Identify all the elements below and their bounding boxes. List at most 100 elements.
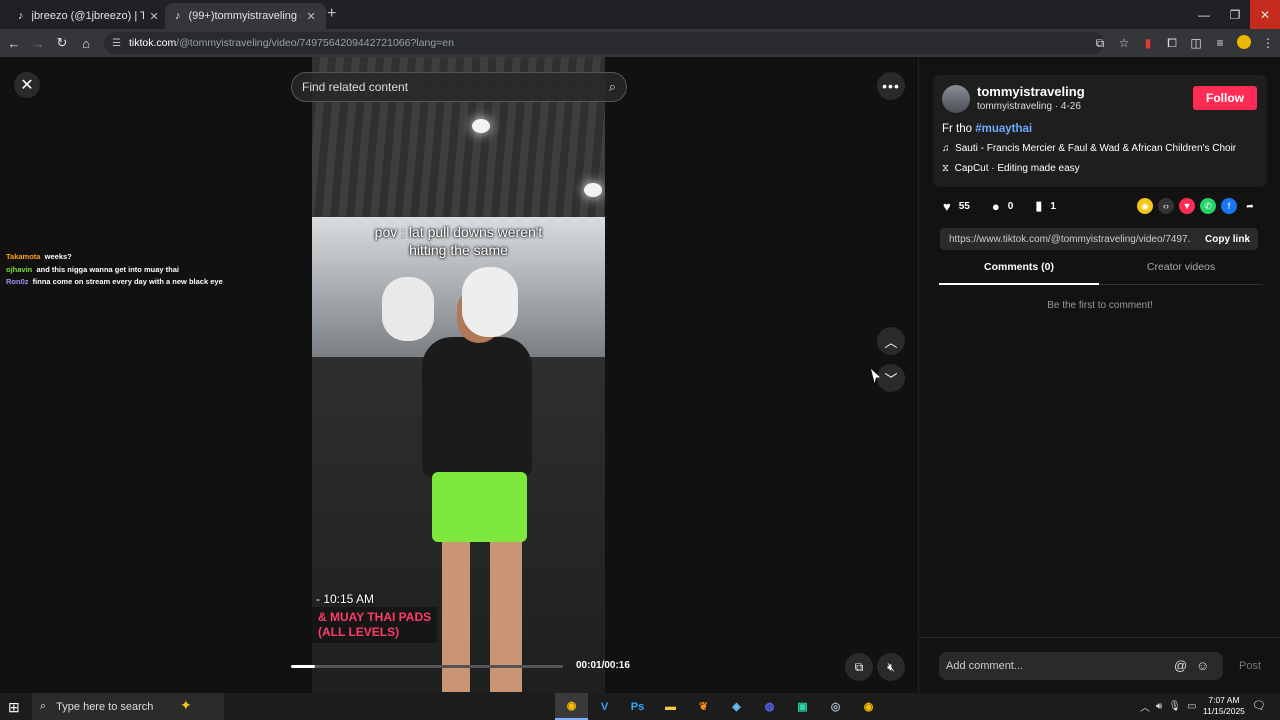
follow-button[interactable]: Follow xyxy=(1193,86,1257,110)
window-close-button[interactable]: ✕ xyxy=(1250,0,1280,29)
video-description: Fr tho #muaythai xyxy=(942,123,1032,135)
tab-comments[interactable]: Comments (0) xyxy=(939,261,1099,285)
author-card: tommyistraveling tommyistraveling · 4-26… xyxy=(933,75,1267,187)
restore-button[interactable]: ❐ xyxy=(1219,0,1251,29)
chat-user: ojhavin xyxy=(6,264,33,274)
bookmark-star-icon[interactable]: ☆ xyxy=(1112,36,1136,50)
minimize-button[interactable]: — xyxy=(1188,0,1220,29)
tab-creator-videos[interactable]: Creator videos xyxy=(1099,261,1263,285)
share-arrow-icon[interactable]: ➦ xyxy=(1242,198,1258,214)
embed-icon[interactable]: ‹› xyxy=(1158,198,1174,214)
clock-date: 11/15/2025 xyxy=(1203,706,1245,716)
vscode-icon[interactable]: V xyxy=(588,693,621,720)
empty-comments-message: Be the first to comment! xyxy=(1047,300,1153,311)
next-video-button[interactable]: ﹀ xyxy=(877,364,905,392)
video-progress-bar[interactable] xyxy=(291,665,563,668)
post-button[interactable]: Post xyxy=(1239,660,1261,672)
extensions-puzzle-icon[interactable]: ⧠ xyxy=(1160,36,1184,51)
side-panel-icon[interactable]: ◫ xyxy=(1184,36,1208,50)
comment-input[interactable]: Add comment... @ ☺ xyxy=(939,652,1223,680)
network-icon[interactable]: ▭ xyxy=(1187,701,1196,712)
chat-message: weeks? xyxy=(44,252,72,261)
more-options-button[interactable]: ••• xyxy=(877,72,905,100)
media-icon[interactable]: ≡ xyxy=(1208,36,1232,50)
tiktok-page: ✕ Takamota weeks? ojhavin and this nigga… xyxy=(0,57,1280,693)
music-title: Sauti - Francis Mercier & Faul & Wad & A… xyxy=(955,143,1237,154)
chrome-icon[interactable]: ◉ xyxy=(852,693,885,720)
tiktok-icon: ♪ xyxy=(175,10,181,22)
browser-tab-2[interactable]: ♪ (99+)tommyistraveling (@tomm ✕ xyxy=(165,3,326,29)
author-username[interactable]: tommyistraveling xyxy=(977,84,1085,99)
comment-composer: Add comment... @ ☺ Post xyxy=(919,637,1280,693)
back-icon[interactable]: ← xyxy=(4,33,24,53)
emoji-icon[interactable]: ☺ xyxy=(1196,658,1209,673)
volume-icon[interactable]: 🔊︎ xyxy=(1156,701,1162,712)
notification-icon[interactable]: 🗨︎ xyxy=(1252,699,1266,712)
steam-icon[interactable]: ◈ xyxy=(720,693,753,720)
chat-line: Takamota weeks? xyxy=(6,251,223,264)
share-link-url[interactable]: https://www.tiktok.com/@tommyistraveling… xyxy=(949,234,1191,245)
tab-title: (99+)tommyistraveling (@tomm xyxy=(188,10,301,22)
tray-chevron-icon[interactable]: ︿ xyxy=(1140,699,1150,714)
forward-icon[interactable]: → xyxy=(28,33,48,53)
engagement-stats: ♥ 55 ● 0 ▮ 1 xyxy=(943,198,1078,214)
share-icons: ◉ ‹› ▼ ✆ f ➦ xyxy=(1137,198,1258,214)
browser-app-icon[interactable]: ◎ xyxy=(819,693,852,720)
extension-toolbar: ⧉ ☆ ▮ ⧠ ◫ ≡ ⋮ xyxy=(1088,29,1280,57)
like-count: 55 xyxy=(958,200,970,212)
copy-link-button[interactable]: Copy link xyxy=(1205,234,1250,245)
fl-studio-icon[interactable]: ❦ xyxy=(687,693,720,720)
hashtag-link[interactable]: #muaythai xyxy=(975,123,1032,135)
avatar[interactable] xyxy=(942,85,970,113)
stream-chat-overlay: Takamota weeks? ojhavin and this nigga w… xyxy=(6,251,223,289)
discord-icon[interactable]: ◍ xyxy=(753,693,786,720)
previous-video-button[interactable]: ︿ xyxy=(877,327,905,355)
chat-line: Ron0z finna come on stream every day wit… xyxy=(6,276,223,289)
profile-avatar[interactable] xyxy=(1232,34,1256,52)
taskbar-clock[interactable]: 7:07 AM 11/15/2025 xyxy=(1203,695,1245,717)
address-bar[interactable]: ☰ tiktok.com/@tommyistraveling/video/749… xyxy=(104,32,1104,54)
bookmark-icon[interactable]: ▮ xyxy=(1035,198,1042,214)
close-icon[interactable]: ✕ xyxy=(150,10,159,23)
picture-in-picture-button[interactable]: ⧉ xyxy=(845,653,873,681)
comment-icon[interactable]: ● xyxy=(992,199,1000,214)
reload-icon[interactable]: ↻ xyxy=(52,33,72,53)
chrome-icon[interactable]: ◉ xyxy=(555,693,588,720)
photoshop-icon[interactable]: Ps xyxy=(621,693,654,720)
facebook-icon[interactable]: f xyxy=(1221,198,1237,214)
save-count: 1 xyxy=(1050,200,1056,212)
mention-icon[interactable]: @ xyxy=(1174,658,1187,673)
file-explorer-icon[interactable]: ▬ xyxy=(654,693,687,720)
search-icon[interactable]: ⌕ xyxy=(609,79,616,95)
share-link-box: https://www.tiktok.com/@tommyistraveling… xyxy=(940,228,1258,250)
copilot-sparkle-icon[interactable]: ✦ xyxy=(180,697,192,714)
music-link[interactable]: ♫ Sauti - Francis Mercier & Faul & Wad &… xyxy=(942,143,1236,154)
mute-button[interactable]: 🔇︎ xyxy=(877,653,905,681)
home-icon[interactable]: ⌂ xyxy=(76,33,96,53)
menu-kebab-icon[interactable]: ⋮ xyxy=(1256,36,1280,50)
microphone-icon[interactable]: 🎙︎ xyxy=(1168,701,1181,712)
app-icon[interactable]: ▣ xyxy=(786,693,819,720)
cast-icon[interactable]: ⧉ xyxy=(1088,36,1112,51)
windows-start-icon[interactable]: ⊞ xyxy=(8,699,20,716)
related-search-input[interactable]: Find related content ⌕ xyxy=(291,72,627,102)
taskbar-apps: ◉ V Ps ▬ ❦ ◈ ◍ ▣ ◎ ◉ xyxy=(555,693,885,720)
capcut-link[interactable]: ⧖ CapCut · Editing made easy xyxy=(942,163,1080,174)
details-panel: tommyistraveling tommyistraveling · 4-26… xyxy=(918,57,1280,693)
close-viewer-button[interactable]: ✕ xyxy=(14,72,40,98)
heart-icon[interactable]: ♥ xyxy=(943,199,951,214)
new-tab-button[interactable]: + xyxy=(327,5,336,23)
url-host: tiktok.com xyxy=(128,37,177,49)
whatsapp-icon[interactable]: ✆ xyxy=(1200,198,1216,214)
search-placeholder: Find related content xyxy=(302,80,409,94)
browser-tab-1[interactable]: ♪ jbreezo (@1jbreezo) | TikTok ✕ xyxy=(8,3,169,29)
extension-icon[interactable]: ▮ xyxy=(1136,36,1160,50)
chat-message: and this nigga wanna get into muay thai xyxy=(36,264,179,274)
emoji-share-icon[interactable]: ◉ xyxy=(1137,198,1153,214)
video-caption: pov : lat pull downs weren't hitting the… xyxy=(312,223,605,259)
video-player[interactable]: pov : lat pull downs weren't hitting the… xyxy=(312,57,605,693)
send-to-friends-icon[interactable]: ▼ xyxy=(1179,198,1195,214)
site-info-icon[interactable]: ☰ xyxy=(112,38,121,49)
close-icon[interactable]: ✕ xyxy=(307,10,316,23)
taskbar-search[interactable]: ⌕ Type here to search ✦ xyxy=(32,693,224,720)
